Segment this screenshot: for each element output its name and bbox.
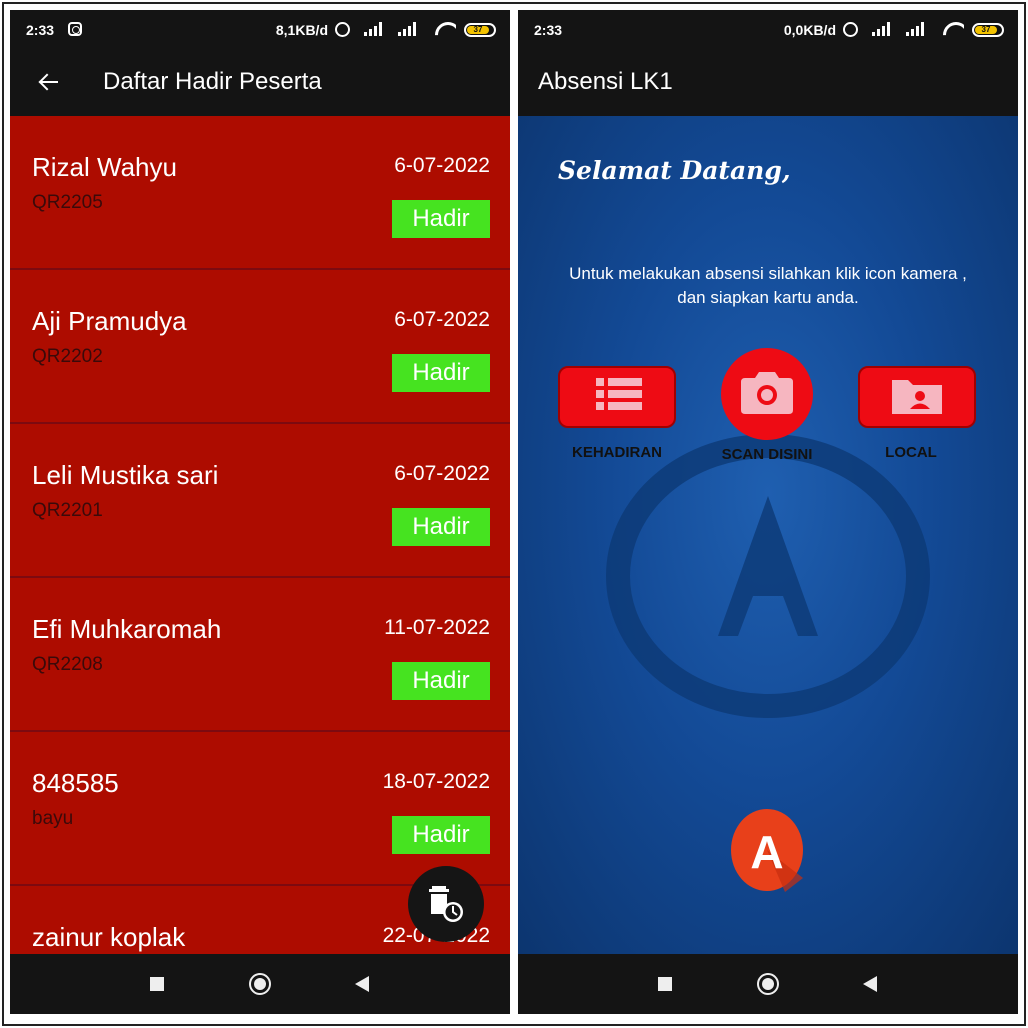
app-bar: Absensi LK1 <box>518 50 1018 116</box>
battery-level: 37 <box>467 26 489 34</box>
participant-code: QR2205 <box>32 192 103 213</box>
clear-history-button[interactable] <box>408 866 484 942</box>
app-bar: Daftar Hadir Peserta <box>10 50 510 116</box>
logo-letter: A <box>750 826 783 878</box>
home-icon[interactable] <box>757 973 779 995</box>
attendance-date: 6-07-2022 <box>394 308 490 331</box>
status-time: 2:33 <box>534 22 563 38</box>
folder-user-icon <box>892 380 942 414</box>
list-item[interactable]: Leli Mustika sari QR2201 6-07-2022 Hadir <box>10 424 510 578</box>
local-button[interactable] <box>858 366 976 428</box>
page-title: Daftar Hadir Peserta <box>103 68 322 95</box>
navigation-bar <box>518 954 1018 1014</box>
participant-name: Aji Pramudya <box>32 306 187 336</box>
alarm-icon <box>843 22 858 37</box>
camera-icon <box>741 372 793 414</box>
alarm-icon <box>335 22 350 37</box>
page-title: Absensi LK1 <box>538 68 673 95</box>
signal-volte-icon <box>906 22 930 36</box>
status-badge: Hadir <box>392 508 490 546</box>
navigation-bar <box>10 954 510 1014</box>
attendance-list[interactable]: Rizal Wahyu QR2205 6-07-2022 Hadir Aji P… <box>10 116 510 954</box>
participant-code: QR2201 <box>32 500 103 521</box>
instruction-text: Untuk melakukan absensi silahkan klik ic… <box>569 264 967 307</box>
list-item[interactable]: Aji Pramudya QR2202 6-07-2022 Hadir <box>10 270 510 424</box>
home-content: Selamat Datang, Untuk melakukan absensi … <box>518 116 1018 954</box>
welcome-text: Selamat Datang, <box>558 156 791 185</box>
recent-apps-icon[interactable] <box>150 977 164 991</box>
absensi-home-screen: 2:33 0,0KB/d 37 Absensi LK1 Selamat Data… <box>518 10 1018 1014</box>
signal-icon <box>872 22 896 36</box>
back-nav-icon[interactable] <box>355 976 369 992</box>
wifi-icon <box>942 20 964 36</box>
participant-name: Efi Muhkaromah <box>32 614 222 644</box>
status-badge: Hadir <box>392 200 490 238</box>
attendance-date: 6-07-2022 <box>394 154 490 177</box>
attendance-list-screen: 2:33 8,1KB/d 37 Daftar Hadir Peserta Riz… <box>10 10 510 1014</box>
attendance-date: 11-07-2022 <box>384 616 490 639</box>
network-speed: 8,1KB/d <box>275 22 328 38</box>
participant-code: QR2208 <box>32 654 103 675</box>
participant-name: Leli Mustika sari <box>32 460 219 490</box>
kehadiran-label: KEHADIRAN <box>572 444 662 461</box>
status-badge: Hadir <box>392 354 490 392</box>
delete-history-icon <box>429 886 463 922</box>
instagram-icon <box>68 22 82 36</box>
status-time: 2:33 <box>26 22 55 38</box>
attendance-date: 18-07-2022 <box>382 770 490 793</box>
participant-name: zainur koplak <box>32 922 186 952</box>
arrow-left-icon[interactable] <box>38 72 58 92</box>
status-bar: 2:33 0,0KB/d 37 <box>518 10 1018 50</box>
list-item[interactable]: Rizal Wahyu QR2205 6-07-2022 Hadir <box>10 116 510 270</box>
list-item[interactable]: Efi Muhkaromah QR2208 11-07-2022 Hadir <box>10 578 510 732</box>
signal-icon <box>364 22 388 36</box>
local-label: LOCAL <box>885 444 937 461</box>
signal-volte-icon <box>398 22 422 36</box>
network-speed: 0,0KB/d <box>783 22 836 38</box>
list-item[interactable]: 848585 bayu 18-07-2022 Hadir <box>10 732 510 886</box>
participant-name: 848585 <box>32 768 119 798</box>
status-bar: 2:33 8,1KB/d 37 <box>10 10 510 50</box>
battery-icon: 37 <box>464 23 496 37</box>
list-icon <box>596 378 642 410</box>
battery-icon: 37 <box>972 23 1004 37</box>
participant-code: QR2202 <box>32 346 103 367</box>
recent-apps-icon[interactable] <box>658 977 672 991</box>
participant-code: bayu <box>32 808 74 829</box>
back-nav-icon[interactable] <box>863 976 877 992</box>
scan-label: SCAN DISINI <box>721 446 813 463</box>
status-badge: Hadir <box>392 816 490 854</box>
app-logo: A <box>731 809 803 892</box>
home-icon[interactable] <box>249 973 271 995</box>
battery-level: 37 <box>975 26 997 34</box>
participant-name: Rizal Wahyu <box>32 152 177 182</box>
kehadiran-button[interactable] <box>558 366 676 428</box>
scan-button[interactable] <box>721 348 813 440</box>
wifi-icon <box>434 20 456 36</box>
attendance-date: 6-07-2022 <box>394 462 490 485</box>
status-badge: Hadir <box>392 662 490 700</box>
